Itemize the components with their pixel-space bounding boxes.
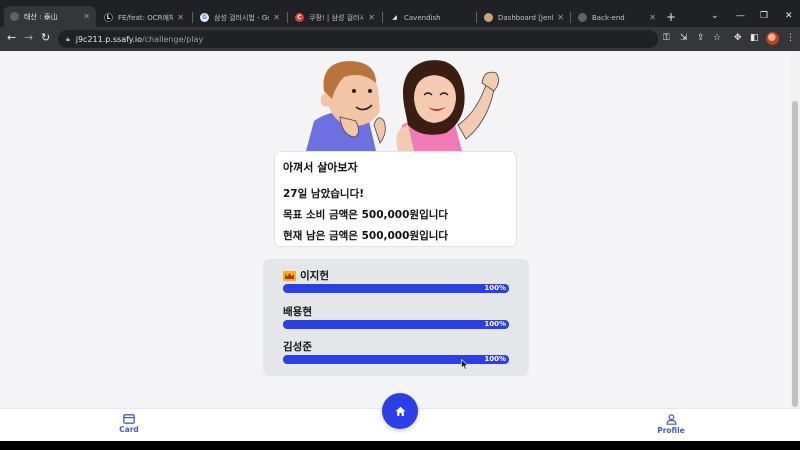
browser-tab-6[interactable]: Back-end ✕ (572, 8, 662, 27)
browser-tab-5[interactable]: Dashboard [Jenkins] ✕ (478, 8, 570, 27)
bottom-nav: Card Profile (0, 393, 800, 441)
url-host: j9c211.p.ssafy.io (75, 34, 143, 44)
progress-bar-fill (283, 284, 509, 293)
tab-divider (192, 12, 193, 23)
page-scrollbar[interactable] (790, 51, 800, 408)
lock-icon: 🔒︎ (66, 34, 70, 43)
nav-card-label: Card (119, 425, 139, 434)
progress-percent: 100% (484, 320, 506, 328)
tab-search-icon[interactable]: ⌄ (711, 11, 719, 21)
back-icon[interactable]: ← (7, 32, 16, 44)
browser-tab-0[interactable]: 태산 : 泰山 ✕ (4, 6, 96, 27)
ranking-name-wrap: 이지헌 (283, 269, 509, 282)
home-button[interactable] (382, 393, 418, 429)
share-icon[interactable]: ⇪ (697, 33, 705, 44)
screen-bottom-edge (0, 441, 800, 450)
scrollbar-thumb[interactable] (792, 101, 798, 407)
page-viewport: 아껴서 살아보자 27일 남았습니다! 목표 소비 금액은 500,000원입니… (0, 51, 800, 441)
remaining-amount-text: 현재 남은 금액은 500,000원입니다 (283, 230, 449, 242)
tab-divider (287, 12, 288, 23)
tab-title: Dashboard [Jenkins] (498, 13, 553, 22)
ranking-row: 김성준 100% (283, 340, 509, 364)
reload-icon[interactable]: ↻ (41, 32, 50, 44)
home-icon (395, 406, 405, 416)
ranking-name: 김성준 (283, 341, 312, 353)
browser-tab-4[interactable]: ◢ Cavendish (384, 8, 476, 27)
jenkins-icon (484, 13, 493, 22)
target-amount-text: 목표 소비 금액은 500,000원입니다 (283, 209, 449, 221)
progress-bar-fill (283, 320, 509, 329)
progress-bar: 100% (283, 284, 509, 293)
tab-title: FE/feat: OCR애체 (| (118, 13, 174, 22)
google-icon: G (200, 13, 209, 22)
tab-favicon-icon (10, 12, 19, 21)
tab-title: 쿠팡! | 삼성 걸러시법 (309, 13, 365, 22)
profile-avatar[interactable] (766, 32, 779, 45)
extensions-icon[interactable]: ✥ (734, 33, 742, 44)
ranking-row: 배용현 100% (283, 305, 509, 329)
ranking-row: 이지헌 100% (283, 269, 509, 293)
profile-icon (665, 414, 677, 425)
close-window-icon[interactable]: ✕ (785, 11, 793, 21)
close-tab-icon[interactable]: ✕ (273, 13, 280, 22)
close-tab-icon[interactable]: ✕ (649, 13, 656, 22)
browser-toolbar: ← → ↻ 🔒︎ j9c211.p.ssafy.io/challenge/pla… (0, 27, 800, 51)
coupang-icon: C (295, 13, 304, 22)
menu-icon[interactable]: ⋮ (786, 33, 795, 44)
key-icon[interactable]: ⚿ (663, 33, 670, 44)
tab-divider (570, 12, 571, 23)
progress-percent: 100% (484, 355, 506, 363)
globe-icon (578, 13, 587, 22)
mouse-cursor-icon (461, 359, 469, 370)
maximize-icon[interactable]: ❐ (760, 11, 768, 21)
ranking-name: 이지헌 (300, 270, 329, 282)
browser-tab-1[interactable]: L FE/feat: OCR애체 (| ✕ (98, 8, 190, 27)
days-left-text: 27일 남았습니다! (283, 188, 365, 200)
tab-title: Cavendish (404, 13, 441, 22)
side-panel-icon[interactable]: ◧ (750, 33, 759, 44)
minimize-icon[interactable]: — (736, 11, 745, 21)
ranking-panel: 이지헌 100% 배용현 100% 김성준 100% (263, 259, 529, 376)
tab-divider (382, 12, 383, 23)
tab-title: Back-end (592, 13, 625, 22)
friends-illustration (306, 60, 499, 151)
browser-tab-3[interactable]: C 쿠팡! | 삼성 걸러시법 ✕ (289, 8, 381, 27)
address-bar[interactable]: 🔒︎ j9c211.p.ssafy.io/challenge/play (58, 30, 658, 48)
close-tab-icon[interactable]: ✕ (83, 12, 90, 21)
bookmark-star-icon[interactable]: ☆ (713, 33, 721, 44)
card-icon (123, 414, 135, 424)
challenge-title: 아껴서 살아보자 (283, 161, 358, 174)
install-icon[interactable]: ⇲ (680, 33, 688, 44)
nav-profile-label: Profile (657, 426, 685, 435)
tab-title: 태산 : 泰山 (24, 12, 58, 21)
forward-icon[interactable]: → (24, 32, 33, 44)
challenge-info-card: 아껴서 살아보자 27일 남았습니다! 목표 소비 금액은 500,000원입니… (274, 151, 517, 247)
progress-percent: 100% (484, 284, 506, 292)
new-tab-icon[interactable]: + (666, 11, 676, 23)
progress-bar-fill (283, 355, 509, 364)
browser-tab-strip: 태산 : 泰山 ✕ L FE/feat: OCR애체 (| ✕ G 삼성 걸러시… (0, 0, 800, 27)
close-tab-icon[interactable]: ✕ (557, 13, 564, 22)
cavendish-icon: ◢ (392, 14, 397, 21)
ranking-name: 배용현 (283, 306, 312, 318)
crown-icon (283, 270, 296, 281)
progress-bar: 100% (283, 355, 509, 364)
nav-profile-button[interactable]: Profile (651, 414, 691, 435)
tab-favicon-icon: L (104, 13, 113, 22)
tab-divider (476, 12, 477, 23)
close-tab-icon[interactable]: ✕ (368, 13, 375, 22)
close-tab-icon[interactable]: ✕ (177, 13, 184, 22)
url-path: /challenge/play (142, 34, 204, 44)
browser-tab-2[interactable]: G 삼성 걸러시법 - Goo ✕ (194, 8, 286, 27)
progress-bar: 100% (283, 320, 509, 329)
nav-card-button[interactable]: Card (109, 414, 149, 434)
tab-title: 삼성 걸러시법 - Goo (214, 13, 269, 22)
